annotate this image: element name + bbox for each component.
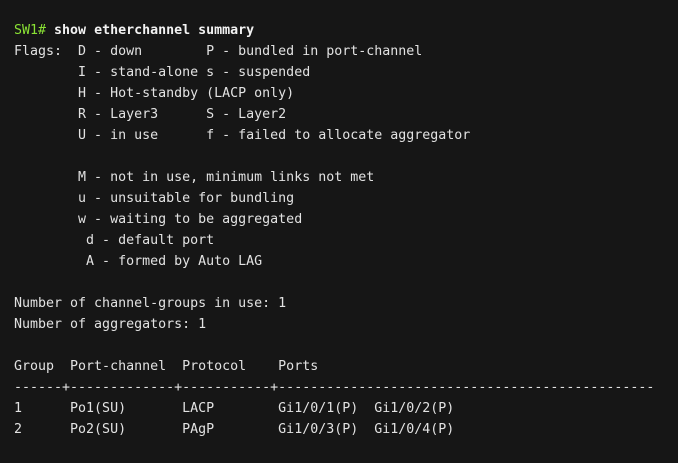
command-text: show etherchannel summary (46, 23, 255, 38)
flags-line: A - formed by Auto LAG (14, 254, 263, 269)
flags-line: M - not in use, minimum links not met (14, 170, 375, 185)
flags-line: d - default port (14, 233, 215, 248)
table-row: 1 Po1(SU) LACP Gi1/0/1(P) Gi1/0/2(P) (14, 401, 455, 416)
flags-line: w - waiting to be aggregated (14, 212, 303, 227)
table-separator: ------+-------------+-----------+-------… (14, 380, 655, 395)
flags-line: R - Layer3 S - Layer2 (14, 107, 287, 122)
flags-line: U - in use f - failed to allocate aggreg… (14, 128, 471, 143)
table-row: 2 Po2(SU) PAgP Gi1/0/3(P) Gi1/0/4(P) (14, 422, 455, 437)
table-header: Group Port-channel Protocol Ports (14, 359, 319, 374)
flags-line: I - stand-alone s - suspended (14, 65, 311, 80)
flags-line: H - Hot-standby (LACP only) (14, 86, 295, 101)
flags-line: u - unsuitable for bundling (14, 191, 295, 206)
prompt: SW1# (14, 23, 47, 38)
command-line: SW1# show etherchannel summary (14, 20, 678, 41)
summary-line: Number of channel-groups in use: 1 (14, 296, 287, 311)
flags-line: Flags: D - down P - bundled in port-chan… (14, 44, 423, 59)
terminal-output: SW1# show etherchannel summary Flags: D … (0, 0, 678, 440)
summary-line: Number of aggregators: 1 (14, 317, 207, 332)
